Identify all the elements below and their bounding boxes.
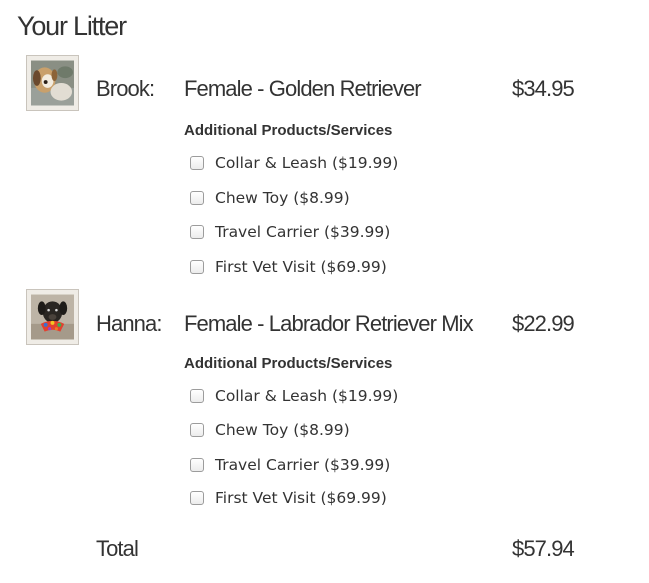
chew-toy-checkbox[interactable]	[190, 191, 204, 205]
pet-price: $34.95	[512, 76, 575, 101]
chew-toy-checkbox[interactable]	[190, 423, 204, 437]
pet-name: Brook:	[96, 76, 155, 101]
page-title: Your Litter	[17, 11, 127, 41]
addon-label[interactable]: Travel Carrier ($39.99)	[215, 223, 390, 241]
pet-description: Female - Labrador Retriever Mix	[184, 311, 474, 336]
addon-option-first-vet-visit[interactable]: First Vet Visit ($69.99)	[190, 488, 387, 508]
addon-label[interactable]: Chew Toy ($8.99)	[215, 189, 350, 207]
addon-label[interactable]: Travel Carrier ($39.99)	[215, 456, 390, 474]
first-vet-visit-checkbox[interactable]	[190, 260, 204, 274]
addon-option-first-vet-visit[interactable]: First Vet Visit ($69.99)	[190, 257, 387, 277]
golden-retriever-photo	[31, 60, 74, 106]
additional-products-heading: Additional Products/Services	[184, 122, 393, 139]
addon-option-collar-leash[interactable]: Collar & Leash ($19.99)	[190, 153, 398, 173]
addon-option-chew-toy[interactable]: Chew Toy ($8.99)	[190, 188, 350, 208]
collar-leash-checkbox[interactable]	[190, 156, 204, 170]
pet-description: Female - Golden Retriever	[184, 76, 422, 101]
addon-option-chew-toy[interactable]: Chew Toy ($8.99)	[190, 420, 350, 440]
addon-label[interactable]: First Vet Visit ($69.99)	[215, 489, 387, 507]
total-label: Total	[96, 536, 139, 561]
pet-photo-hanna	[26, 289, 79, 345]
addon-label[interactable]: Collar & Leash ($19.99)	[215, 387, 398, 405]
collar-leash-checkbox[interactable]	[190, 389, 204, 403]
addon-option-travel-carrier[interactable]: Travel Carrier ($39.99)	[190, 455, 390, 475]
labrador-mix-photo	[31, 294, 74, 340]
addon-label[interactable]: Collar & Leash ($19.99)	[215, 154, 398, 172]
addon-option-collar-leash[interactable]: Collar & Leash ($19.99)	[190, 386, 398, 406]
pet-name: Hanna:	[96, 311, 162, 336]
travel-carrier-checkbox[interactable]	[190, 458, 204, 472]
addon-label[interactable]: Chew Toy ($8.99)	[215, 421, 350, 439]
additional-products-heading: Additional Products/Services	[184, 355, 393, 372]
travel-carrier-checkbox[interactable]	[190, 225, 204, 239]
pet-price: $22.99	[512, 311, 575, 336]
addon-option-travel-carrier[interactable]: Travel Carrier ($39.99)	[190, 222, 390, 242]
first-vet-visit-checkbox[interactable]	[190, 491, 204, 505]
pet-photo-brook	[26, 55, 79, 111]
total-value: $57.94	[512, 536, 575, 561]
addon-label[interactable]: First Vet Visit ($69.99)	[215, 258, 387, 276]
